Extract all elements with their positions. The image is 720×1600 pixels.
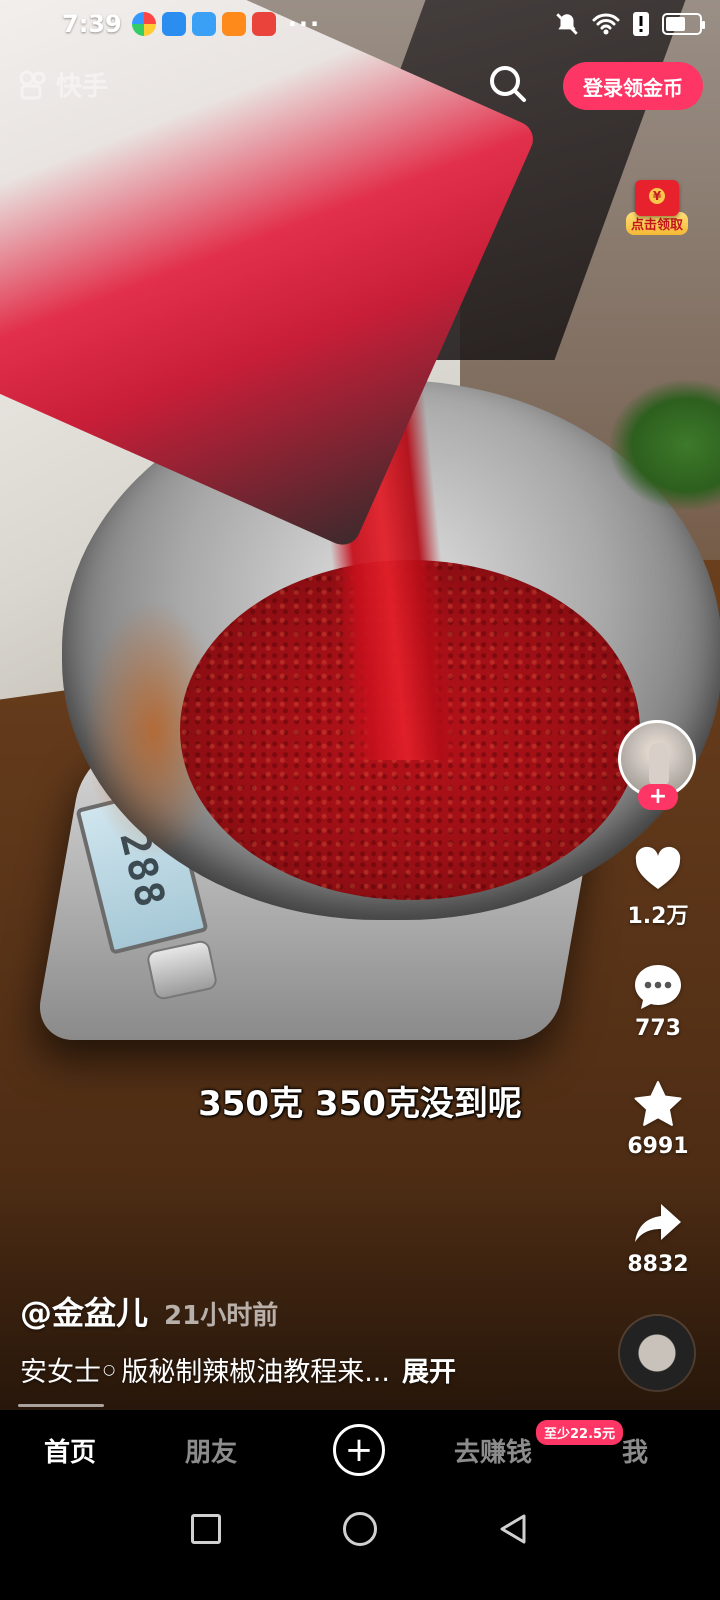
post-description[interactable]: 安女士 ○ 版秘制辣椒油教程来... 展开 [20, 1350, 456, 1389]
app-notification-icon [131, 12, 156, 36]
create-button[interactable]: + [333, 1424, 385, 1476]
expand-button[interactable]: 展开 [402, 1350, 456, 1389]
video-subtitle: 350克 350克没到呢 [198, 1084, 522, 1124]
comment-icon [635, 965, 681, 1009]
login-coins-button[interactable]: 登录领金币 [563, 62, 703, 110]
tab-me[interactable]: 我 [622, 1432, 648, 1469]
heart-icon [635, 846, 681, 889]
kuaishou-logo-icon [19, 70, 46, 99]
comment-button[interactable]: 773 [618, 960, 698, 1041]
tab-earn[interactable]: 去赚钱 [454, 1432, 532, 1469]
author-avatar-group: + [618, 720, 698, 816]
search-hint-icon: ○ [103, 1361, 116, 1378]
description-text: 版秘制辣椒油教程来... [121, 1357, 390, 1388]
share-count: 8832 [627, 1252, 689, 1277]
plus-icon: + [344, 1430, 374, 1470]
video-progress[interactable] [18, 1404, 104, 1407]
author-row: @金盆儿 21小时前 [20, 1288, 278, 1334]
video-notification-icon [221, 12, 246, 36]
earn-badge: 至少22.5元 [536, 1420, 624, 1445]
tab-home[interactable]: 首页 [44, 1432, 96, 1469]
status-right [554, 11, 705, 37]
share-button[interactable]: 8832 [618, 1196, 698, 1277]
red-envelope-icon [635, 180, 679, 216]
browser-notification-icon [161, 12, 186, 36]
battery-icon [662, 13, 705, 35]
home-button[interactable] [343, 1512, 377, 1546]
music-notification-icon [191, 12, 216, 36]
video-player[interactable]: 288 [0, 0, 720, 1440]
music-disc[interactable] [620, 1316, 694, 1390]
search-icon [490, 66, 526, 102]
app-watermark: 快手 [18, 66, 108, 103]
tab-friends[interactable]: 朋友 [185, 1432, 237, 1469]
description-prefix: 安女士 [20, 1357, 101, 1388]
system-navigation-bar [0, 1490, 720, 1600]
favorite-button[interactable]: 6991 [618, 1078, 698, 1159]
like-count: 1.2万 [627, 904, 689, 929]
author-name[interactable]: @金盆儿 [20, 1288, 148, 1334]
status-bar: 7:39 ··· [0, 0, 720, 48]
more-notifications-icon: ··· [287, 10, 322, 38]
herbs [610, 380, 720, 510]
follow-button[interactable]: + [638, 784, 678, 810]
recents-button[interactable] [191, 1514, 221, 1544]
back-button[interactable] [496, 1512, 530, 1546]
favorite-count: 6991 [627, 1134, 689, 1159]
post-time: 21小时前 [164, 1301, 279, 1331]
bell-muted-icon [556, 13, 578, 35]
wifi-icon [592, 13, 620, 35]
search-button[interactable] [486, 62, 530, 106]
store-notification-icon [251, 12, 276, 36]
status-time: 7:39 [62, 10, 122, 38]
like-button[interactable]: 1.2万 [618, 842, 698, 930]
share-icon [635, 1204, 681, 1242]
alert-icon [633, 12, 649, 36]
star-icon [634, 1081, 682, 1126]
comment-count: 773 [635, 1016, 681, 1041]
watermark-text: 快手 [56, 72, 109, 102]
red-packet-widget[interactable]: 点击领取 [618, 180, 696, 246]
